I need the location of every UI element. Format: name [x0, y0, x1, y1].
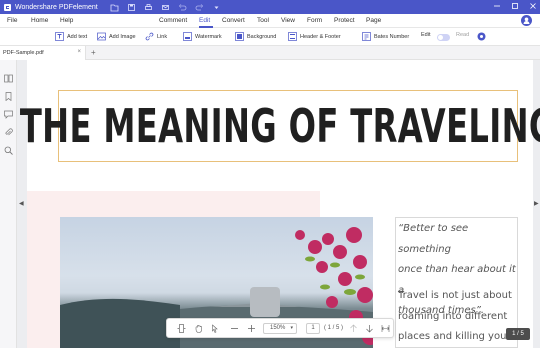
bates-number-icon: [362, 32, 371, 41]
undo-icon[interactable]: [178, 3, 187, 12]
body-line: Travel is not just about: [398, 290, 512, 301]
folder-icon[interactable]: [110, 3, 119, 12]
tab-protect[interactable]: Protect: [334, 17, 355, 24]
header-footer-icon: [288, 32, 297, 41]
save-icon[interactable]: [127, 3, 136, 12]
add-text-button[interactable]: Add text: [55, 32, 87, 41]
left-sidebar: [0, 60, 17, 348]
tab-edit[interactable]: Edit: [199, 17, 210, 24]
quote-line: “Better to see something: [398, 223, 469, 255]
add-text-label: Add text: [67, 33, 88, 40]
dropdown-icon[interactable]: [212, 3, 221, 12]
background-icon: [235, 32, 244, 41]
chevron-down-icon: ▾: [290, 325, 293, 331]
document-tab-bar: PDF-Sample.pdf × +: [0, 46, 540, 60]
collapse-right-panel-icon[interactable]: ▶: [534, 200, 539, 207]
mail-icon[interactable]: [161, 3, 170, 12]
hand-tool-icon[interactable]: [194, 324, 203, 333]
select-tool-icon[interactable]: [211, 324, 220, 333]
body-text[interactable]: Travel is not just about roaming into di…: [398, 286, 520, 348]
redo-icon[interactable]: [195, 3, 204, 12]
edit-mode-label[interactable]: Edit: [421, 32, 430, 38]
quick-access-toolbar: [110, 3, 221, 12]
zoom-level-select[interactable]: 150% ▾: [263, 323, 297, 334]
close-tab-icon[interactable]: ×: [77, 49, 81, 55]
menu-file[interactable]: File: [7, 17, 17, 24]
fit-page-icon[interactable]: [381, 324, 390, 333]
zoom-in-icon[interactable]: [247, 324, 256, 333]
tab-convert[interactable]: Convert: [222, 17, 245, 24]
image-icon: [97, 32, 106, 41]
menu-home[interactable]: Home: [31, 17, 48, 24]
document-canvas[interactable]: THE MEANING OF TRAVELING “Better to see …: [17, 60, 540, 348]
print-icon[interactable]: [144, 3, 153, 12]
edit-toolbar: Add text Add Image Link Watermark Backgr…: [0, 28, 540, 46]
menu-bar: File Home Help Comment Edit Convert Tool…: [0, 14, 540, 28]
menu-help[interactable]: Help: [60, 17, 73, 24]
user-avatar-icon[interactable]: [521, 15, 532, 26]
previous-page-icon[interactable]: [349, 324, 358, 333]
background-button[interactable]: Background: [235, 32, 276, 41]
add-image-button[interactable]: Add Image: [97, 32, 136, 41]
page-total-label: ( 1 / 5 ): [324, 325, 344, 331]
tab-page[interactable]: Page: [366, 17, 381, 24]
maximize-icon[interactable]: [511, 2, 519, 12]
bates-number-label: Bates Number: [374, 33, 410, 40]
link-button[interactable]: Link: [145, 32, 167, 41]
app-logo-icon: [2, 2, 12, 12]
thumbnails-icon[interactable]: [4, 70, 13, 83]
edit-read-toggle[interactable]: [437, 34, 450, 41]
document-tab-label: PDF-Sample.pdf: [3, 50, 44, 56]
watermark-label: Watermark: [195, 33, 222, 40]
new-tab-button[interactable]: +: [91, 48, 96, 57]
bates-number-button[interactable]: Bates Number: [362, 32, 409, 41]
settings-icon[interactable]: [477, 32, 486, 41]
page-number-input[interactable]: 1: [306, 323, 320, 334]
tab-form[interactable]: Form: [307, 17, 322, 24]
zoom-level-value: 150%: [270, 325, 286, 331]
fit-width-icon[interactable]: [177, 324, 186, 333]
search-icon[interactable]: [4, 142, 13, 155]
header-footer-label: Header & Footer: [300, 33, 341, 40]
header-footer-button[interactable]: Header & Footer: [288, 32, 341, 41]
collapse-left-panel-icon[interactable]: ◀: [19, 200, 24, 207]
body-line: roaming into different: [398, 310, 508, 322]
page-counter-badge: 1 / 5: [506, 328, 530, 340]
add-image-label: Add Image: [109, 33, 136, 40]
document-tab[interactable]: PDF-Sample.pdf ×: [0, 46, 86, 60]
pdf-page[interactable]: THE MEANING OF TRAVELING “Better to see …: [20, 60, 540, 348]
tab-tool[interactable]: Tool: [257, 17, 269, 24]
tab-view[interactable]: View: [281, 17, 295, 24]
document-title[interactable]: THE MEANING OF TRAVELING: [20, 99, 540, 153]
watermark-icon: [183, 32, 192, 41]
zoom-out-icon[interactable]: [230, 324, 239, 333]
next-page-icon[interactable]: [365, 324, 374, 333]
read-mode-label[interactable]: Read: [456, 32, 469, 38]
text-icon: [55, 32, 64, 41]
tab-comment[interactable]: Comment: [159, 17, 187, 24]
window-controls: [493, 2, 537, 12]
attachment-icon[interactable]: [4, 124, 13, 136]
minimize-icon[interactable]: [493, 2, 501, 12]
title-text-box[interactable]: THE MEANING OF TRAVELING: [20, 90, 540, 162]
app-title: Wondershare PDFelement: [15, 3, 98, 11]
zoom-toolbar: 150% ▾ 1 ( 1 / 5 ): [166, 318, 394, 338]
link-icon: [145, 32, 154, 41]
close-icon[interactable]: [529, 2, 537, 12]
watermark-button[interactable]: Watermark: [183, 32, 222, 41]
title-bar: Wondershare PDFelement: [0, 0, 540, 14]
background-label: Background: [247, 33, 277, 40]
body-line: places and killing your: [398, 331, 511, 342]
link-label: Link: [157, 33, 168, 40]
bookmark-icon[interactable]: [4, 88, 13, 102]
comment-icon[interactable]: [4, 106, 13, 119]
